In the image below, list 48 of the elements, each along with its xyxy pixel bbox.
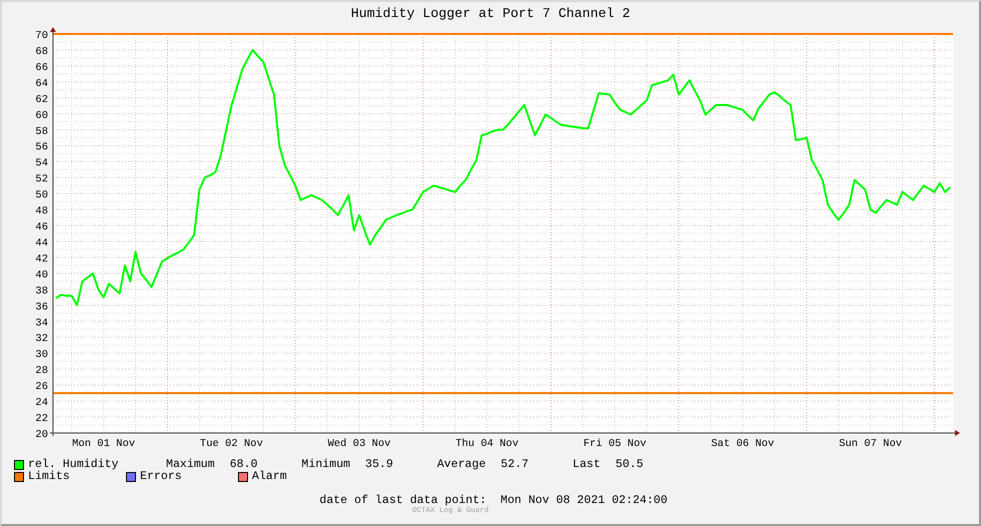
y-tick-label: 44	[35, 237, 48, 250]
stat-value: 52.7	[500, 459, 529, 471]
y-tick-label: 30	[35, 349, 48, 362]
legend-label: Alarm	[252, 471, 287, 483]
y-tick-label: 38	[35, 285, 48, 298]
x-tick-label: Wed 03 Nov	[328, 438, 391, 450]
stat-value: 50.5	[615, 459, 644, 471]
y-tick-label: 64	[35, 78, 48, 90]
last-data-label: date of last data point:	[320, 495, 486, 507]
y-tick-label: 52	[35, 174, 48, 186]
chart-title: Humidity Logger at Port 7 Channel 2	[350, 6, 630, 20]
y-tick-label: 24	[35, 397, 48, 410]
stat-value: 35.9	[365, 459, 394, 471]
y-tick-label: 32	[35, 333, 48, 346]
x-tick-label: Tue 02 Nov	[200, 438, 263, 450]
y-tick-label: 48	[35, 206, 48, 218]
y-tick-label: 28	[35, 365, 48, 378]
y-tick-label: 56	[35, 142, 48, 154]
x-tick-label: Thu 04 Nov	[456, 438, 519, 450]
stat-value: 68.0	[230, 459, 258, 471]
y-tick-label: 58	[35, 126, 48, 138]
y-tick-label: 34	[35, 317, 48, 330]
legend-label: Errors	[140, 471, 182, 483]
legend-label: Limits	[28, 471, 70, 483]
y-tick-label: 40	[35, 269, 48, 282]
y-tick-label: 46	[35, 222, 48, 234]
stat-label: Minimum	[302, 459, 350, 471]
stat-label: Maximum	[166, 459, 215, 471]
x-tick-label: Fri 05 Nov	[583, 438, 646, 450]
y-tick-label: 42	[35, 253, 48, 266]
y-tick-label: 26	[35, 381, 48, 394]
stat-label: Last	[572, 459, 600, 471]
y-tick-label: 50	[35, 190, 48, 202]
stat-label: Average	[437, 459, 486, 471]
y-tick-label: 22	[35, 413, 48, 426]
y-tick-label: 60	[35, 110, 48, 122]
y-tick-label: 54	[35, 158, 48, 170]
legend-label: rel. Humidity	[28, 459, 118, 471]
x-tick-label: Sun 07 Nov	[838, 438, 902, 450]
y-tick-label: 62	[35, 94, 48, 106]
y-tick-label: 20	[35, 429, 48, 441]
x-tick-label: Sat 06 Nov	[711, 438, 774, 450]
x-tick-label: Mon 01 Nov	[72, 438, 136, 450]
last-data-value: Mon Nov 08 2021 02:24:00	[500, 495, 668, 507]
y-tick-label: 70	[35, 30, 48, 42]
y-tick-label: 36	[35, 301, 48, 314]
y-tick-label: 68	[35, 46, 48, 58]
y-tick-label: 66	[35, 62, 48, 74]
